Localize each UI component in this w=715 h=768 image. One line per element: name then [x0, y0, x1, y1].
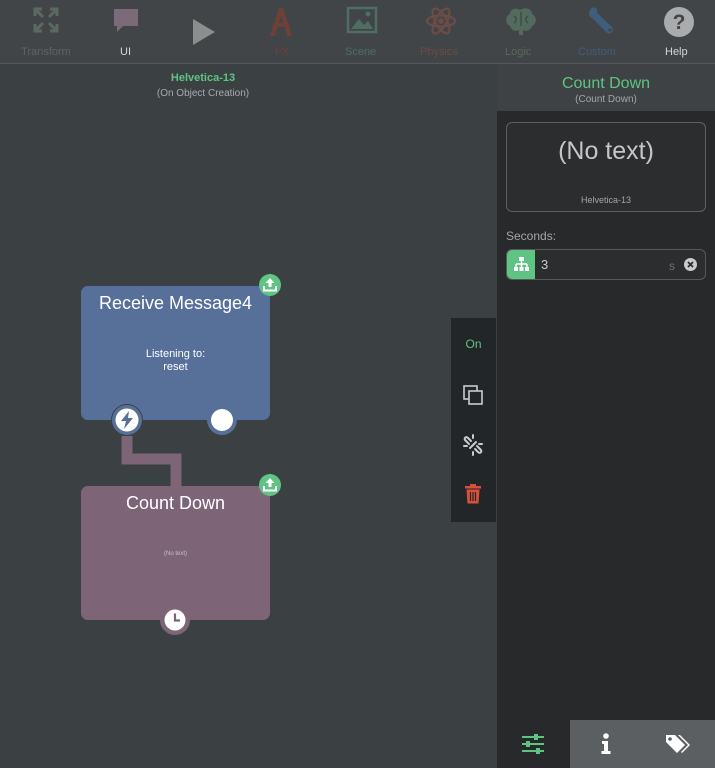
trigger-port[interactable]: [112, 405, 142, 435]
clear-icon[interactable]: [684, 258, 697, 271]
export-node-button[interactable]: [259, 274, 281, 296]
output-port-dot: [211, 409, 233, 431]
seconds-input[interactable]: 3: [541, 257, 548, 272]
upload-icon: [263, 278, 277, 292]
brain-icon: [506, 8, 536, 36]
node-title: Receive Message4: [98, 293, 253, 313]
wrench-icon: [589, 7, 614, 34]
toolbar-label: Logic: [505, 46, 532, 58]
hierarchy-icon: [514, 257, 529, 271]
panel-bottom-tabs: [497, 720, 715, 768]
tags-icon: [665, 735, 690, 753]
upload-icon: [263, 478, 277, 492]
seconds-label: Seconds:: [506, 229, 557, 243]
node-listening-label: Listening to:: [145, 348, 206, 360]
trash-icon[interactable]: [464, 484, 482, 504]
lightning-icon: [115, 408, 139, 432]
toolbar-logic[interactable]: Logic: [490, 0, 552, 63]
toolbar-custom[interactable]: Custom: [570, 0, 632, 63]
export-node-button[interactable]: [259, 474, 281, 496]
tab-info[interactable]: [569, 720, 643, 768]
preview-object-name: Helvetica-13: [580, 195, 632, 205]
clock-icon: [164, 609, 186, 631]
info-icon: [601, 733, 611, 754]
node-message-name: reset: [163, 361, 188, 373]
toolbar-label: Help: [665, 46, 688, 58]
panel-title: Count Down: [561, 75, 651, 92]
receive-message-node[interactable]: Receive Message4 Listening to: reset: [81, 286, 270, 420]
panel-subtitle: (Count Down): [575, 94, 637, 105]
count-down-node[interactable]: Count Down (No text): [81, 486, 270, 620]
tab-settings[interactable]: [497, 720, 570, 768]
help-icon: ?: [664, 7, 694, 37]
unlink-icon[interactable]: [461, 433, 485, 457]
toolbar-label: Custom: [578, 46, 616, 58]
node-context-menu: On: [451, 318, 496, 522]
text-preview[interactable]: (No text) Helvetica-13: [506, 122, 706, 212]
seconds-field[interactable]: 3 s: [506, 249, 706, 280]
panel-header: Count Down (Count Down): [497, 64, 715, 111]
toggle-on-button[interactable]: On: [451, 337, 496, 351]
node-title: Count Down: [125, 493, 226, 513]
duplicate-icon[interactable]: [462, 384, 484, 406]
tab-tags[interactable]: [642, 720, 715, 768]
preview-text: (No text): [558, 137, 654, 165]
output-port[interactable]: [207, 405, 237, 435]
toolbar-help[interactable]: ? Help: [648, 0, 710, 63]
node-body-text: (No text): [163, 551, 187, 557]
timer-port[interactable]: [160, 605, 190, 635]
attribute-picker-button[interactable]: [507, 250, 535, 279]
sliders-icon: [522, 734, 545, 754]
properties-panel: Count Down (Count Down) (No text) Helvet…: [497, 64, 715, 768]
seconds-unit: s: [669, 259, 675, 273]
svg-text:?: ?: [673, 11, 686, 34]
